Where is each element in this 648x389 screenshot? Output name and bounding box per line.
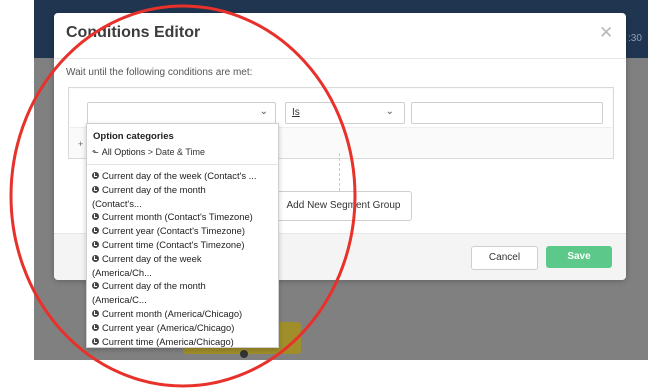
list-item[interactable]: Current day of the month (Contact's... [92,183,274,211]
add-condition-button[interactable]: + [78,139,83,149]
clock-icon [92,227,99,235]
chevron-down-icon: ⌄ [259,106,268,117]
connector-dashed-line [339,153,340,191]
list-item[interactable]: Current time (Contact's Timezone) [92,238,274,252]
operator-select-value: Is [292,107,300,118]
list-item[interactable]: Current year (America/Chicago) [92,321,274,335]
clock-icon [92,240,99,248]
list-item[interactable]: Current year (Contact's Timezone) [92,224,274,238]
breadcrumb-current: Date & Time [155,147,206,157]
dropdown-divider [87,164,278,165]
conditions-prompt: Wait until the following conditions are … [66,67,253,78]
modal-title: Conditions Editor [66,24,201,41]
breadcrumb-all-options[interactable]: All Options [102,147,146,157]
field-select[interactable]: ⌄ [87,102,276,124]
clock-icon [92,254,99,262]
clock-icon [92,185,99,193]
cancel-button[interactable]: Cancel [471,246,538,270]
field-options-dropdown: Option categories ⬑ All Options > Date & … [86,123,279,348]
list-item[interactable]: Current month (Contact's Timezone) [92,210,274,224]
clock-icon [92,309,99,317]
list-item[interactable]: Current day of the week (Contact's ... [92,169,274,183]
operator-select[interactable]: Is ⌄ [285,102,405,124]
breadcrumb-separator: > [147,147,153,157]
breadcrumb: ⬑ All Options > Date & Time [92,147,205,157]
clock-icon [92,213,99,221]
background-time-fragment: :30 [628,33,642,44]
clock-icon [92,323,99,331]
chevron-down-icon: ⌄ [385,106,394,117]
clock-icon [92,282,99,290]
background-node-connector [240,350,248,358]
modal-header: Conditions Editor ✕ [54,13,626,59]
add-segment-group-button[interactable]: Add New Segment Group [275,191,412,221]
list-item[interactable]: Current day of the month (America/C... [92,279,274,307]
dropdown-header: Option categories [93,131,174,142]
list-item[interactable]: Current time (America/Chicago) [92,335,274,347]
list-item[interactable]: Current month (America/Chicago) [92,307,274,321]
header-divider [54,58,626,59]
clock-icon [92,337,99,345]
condition-value-input[interactable] [411,102,603,124]
clock-icon [92,172,99,179]
dropdown-option-list: Current day of the week (Contact's ... C… [92,169,274,347]
list-item[interactable]: Current day of the week (America/Ch... [92,252,274,280]
save-button[interactable]: Save [546,246,612,268]
back-arrow-icon[interactable]: ⬑ [92,148,99,157]
close-icon[interactable]: ✕ [599,23,613,43]
